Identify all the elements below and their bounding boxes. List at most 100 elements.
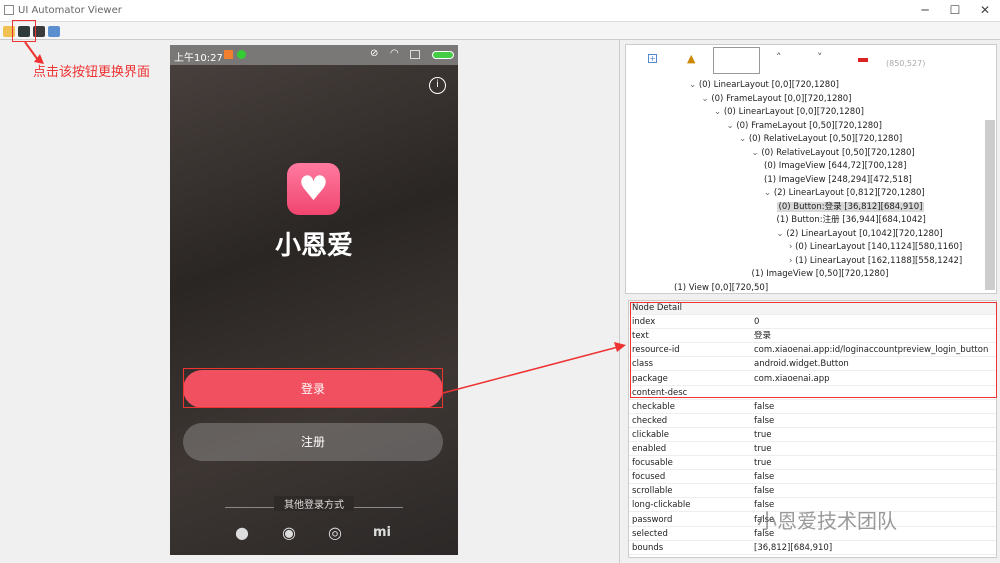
detail-key: enabled [632, 444, 667, 454]
chevron-down-icon[interactable]: ⌄ [777, 229, 787, 239]
detail-value: false [754, 472, 775, 483]
detail-value: true [754, 429, 772, 440]
detail-row[interactable]: clickable true [629, 428, 996, 442]
chevron-down-icon[interactable]: ⌄ [752, 148, 762, 158]
detail-row[interactable]: focused false [629, 470, 996, 485]
chevron-down-icon[interactable]: ⌄ [764, 188, 774, 198]
close-button[interactable]: ✕ [970, 3, 1000, 17]
chevron-down-icon[interactable]: ⌄ [714, 107, 724, 117]
detail-row[interactable]: enabled true [629, 442, 996, 457]
maximize-button[interactable]: ☐ [940, 3, 970, 17]
tree-node[interactable]: ⌄ (0) LinearLayout [0,0][720,1280] [714, 106, 864, 119]
tree-node-label: (2) LinearLayout [0,1042][720,1280] [786, 228, 943, 239]
weibo-icon[interactable]: ◎ [328, 523, 342, 542]
rotate-icon: ⊘ [370, 48, 379, 59]
chevron-down-icon[interactable]: ˅ [817, 51, 823, 64]
detail-key: checked [632, 415, 668, 426]
chevron-up-icon[interactable]: ˄ [776, 51, 782, 64]
tree-node[interactable]: ⌄ (0) RelativeLayout [0,50][720,1280] [739, 133, 902, 146]
tree-node-label: (0) FrameLayout [0,50][720,1280] [736, 120, 882, 131]
warning-icon[interactable]: ▲ [687, 52, 695, 65]
detail-value: true [754, 444, 772, 454]
minimize-button[interactable]: ─ [910, 3, 940, 17]
wifi-icon: ◠ [390, 48, 399, 59]
highlight-box [12, 20, 36, 42]
sim-icon [410, 50, 420, 59]
other-login-label: 其他登录方式 [274, 496, 354, 511]
detail-key: checkable [632, 401, 675, 412]
save-icon[interactable] [48, 26, 60, 37]
tree-node[interactable]: ⌄ (0) LinearLayout [0,0][720,1280] [689, 79, 839, 92]
tree-node[interactable]: (1) ImageView [0,50][720,1280] [752, 268, 889, 281]
detail-value: false [754, 415, 775, 426]
detail-row[interactable]: focusable true [629, 456, 996, 471]
toggle-nafs-icon[interactable] [858, 58, 868, 62]
status-bar: 上午10:27 ⊘ ◠ [170, 45, 458, 65]
chevron-down-icon[interactable]: ⌄ [739, 134, 749, 144]
register-button[interactable]: 注册 [183, 423, 443, 461]
detail-row[interactable]: scrollable false [629, 484, 996, 499]
tree-node-label: (0) ImageView [644,72][700,128] [764, 161, 907, 171]
detail-key: clickable [632, 429, 670, 440]
mi-icon[interactable]: mi [373, 525, 391, 540]
detail-row[interactable]: bounds [36,812][684,910] [629, 541, 996, 555]
highlight-box [630, 302, 997, 398]
tree-node[interactable]: ⌄ (0) FrameLayout [0,0][720,1280] [702, 93, 852, 106]
tree-node[interactable]: › (0) LinearLayout [140,1124][580,1160] [789, 241, 962, 254]
expand-all-icon[interactable]: + [648, 54, 657, 63]
tree-node-label: (1) ImageView [0,50][720,1280] [751, 269, 889, 279]
tree-node[interactable]: › (1) LinearLayout [162,1188][558,1242] [789, 255, 962, 268]
device-screen[interactable]: 上午10:27 ⊘ ◠ i ♥ 小恩爱 登录 注册 其他登录方式 ● ◉ ◎ m… [170, 45, 458, 555]
tree-node-label: (1) ImageView [248,294][472,518] [764, 174, 912, 185]
tree-node[interactable]: (0) Button:登录 [36,812][684,910] [776, 201, 925, 214]
tree-node-label: (0) Button:登录 [36,812][684,910] [776, 201, 925, 212]
chevron-down-icon[interactable]: ⌄ [702, 94, 712, 104]
detail-key: selected [632, 528, 668, 539]
tree-node-label: (0) RelativeLayout [0,50][720,1280] [761, 147, 915, 158]
tree-scrollbar[interactable] [985, 120, 995, 290]
detail-value: [36,812][684,910] [754, 542, 833, 553]
annotation-hint: 点击该按钮更换界面 [33, 65, 151, 80]
coordinate-readout: (850,527) [886, 59, 926, 68]
window-title: UI Automator Viewer [18, 5, 122, 16]
notification-icon [237, 50, 246, 59]
tree-node[interactable]: (1) Button:注册 [36,944][684,1042] [777, 214, 926, 227]
tree-node[interactable]: (0) ImageView [644,72][700,128] [764, 160, 906, 173]
status-time: 上午10:27 [174, 53, 223, 64]
tree-node-label: (1) LinearLayout [162,1188][558,1242] [795, 255, 963, 266]
qq-icon[interactable]: ● [235, 523, 249, 542]
chevron-down-icon[interactable]: ⌄ [689, 80, 699, 90]
wechat-icon[interactable]: ◉ [282, 523, 296, 542]
info-icon[interactable]: i [429, 77, 446, 94]
tree-node[interactable]: ⌄ (2) LinearLayout [0,812][720,1280] [764, 187, 925, 200]
notification-icon [224, 50, 233, 59]
battery-icon [432, 51, 454, 59]
detail-key: scrollable [632, 486, 673, 497]
detail-key: bounds [632, 542, 664, 553]
detail-key: focusable [632, 458, 673, 469]
toolbar [0, 22, 1000, 40]
arrow-icon [442, 342, 626, 394]
detail-row[interactable]: checkable false [629, 400, 996, 414]
tree-node-label: (0) LinearLayout [140,1124][580,1160] [795, 242, 963, 252]
highlight-box [183, 368, 443, 408]
app-icon [4, 5, 14, 15]
tree-node-label: (0) LinearLayout [0,0][720,1280] [723, 107, 864, 117]
hierarchy-tree[interactable]: ⌄ (0) LinearLayout [0,0][720,1280] ⌄ (0) … [625, 76, 997, 294]
detail-key: focused [632, 472, 666, 483]
chevron-down-icon[interactable]: ⌄ [727, 121, 737, 131]
tree-node-label: (2) LinearLayout [0,812][720,1280] [773, 188, 925, 198]
detail-key: long-clickable [632, 500, 691, 511]
tree-node-label: (0) FrameLayout [0,0][720,1280] [711, 93, 852, 104]
tree-node[interactable]: (1) View [0,0][720,50] [674, 282, 768, 295]
tree-node-label: (0) RelativeLayout [0,50][720,1280] [748, 134, 903, 144]
tree-toolbar: + ▲ ˄ ˅ (850,527) [625, 44, 997, 76]
app-logo: ♥ [287, 163, 340, 215]
detail-row[interactable]: checked false [629, 414, 996, 428]
tree-node[interactable]: ⌄ (0) FrameLayout [0,50][720,1280] [727, 120, 882, 133]
search-input[interactable] [713, 47, 760, 74]
detail-value: true [754, 458, 772, 469]
tree-node[interactable]: ⌄ (0) RelativeLayout [0,50][720,1280] [752, 147, 915, 160]
tree-node[interactable]: (1) ImageView [248,294][472,518] [764, 174, 912, 187]
tree-node[interactable]: ⌄ (2) LinearLayout [0,1042][720,1280] [777, 228, 943, 241]
